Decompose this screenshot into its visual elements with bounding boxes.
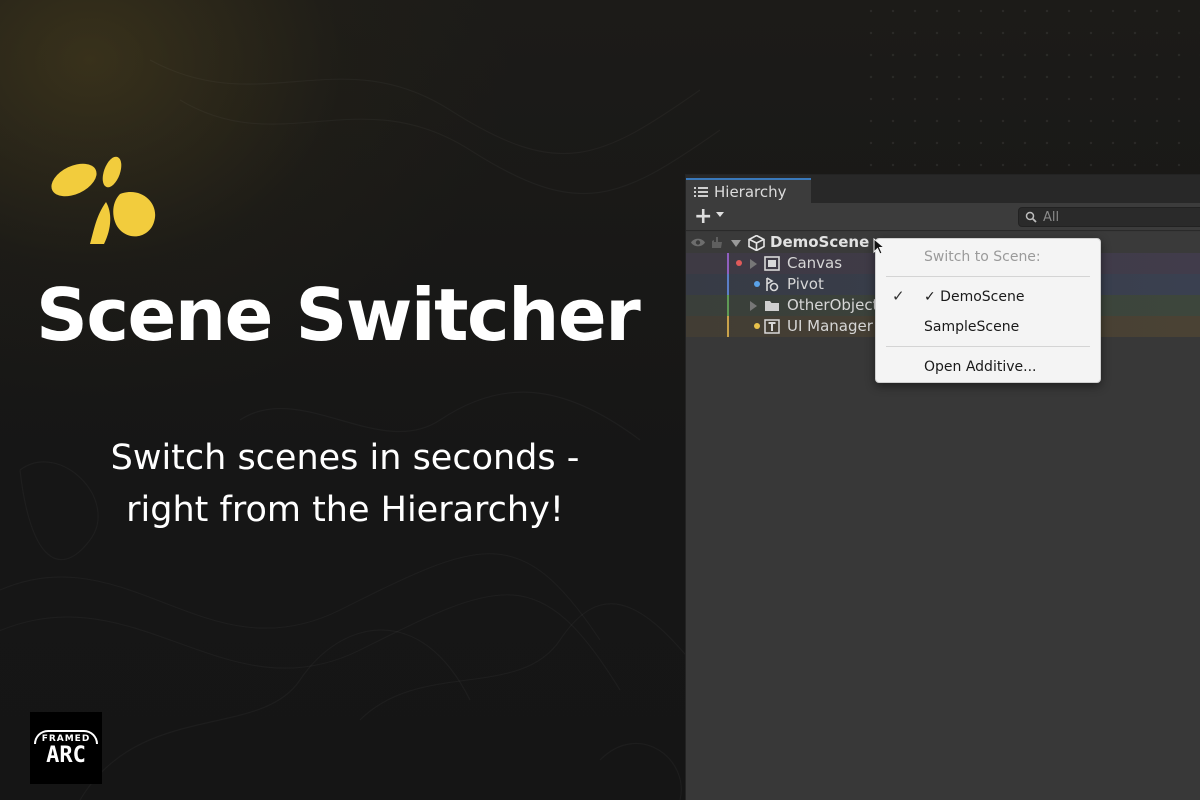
scene-name: DemoScene bbox=[770, 233, 870, 251]
bee-logo-icon bbox=[51, 156, 156, 244]
menu-item-demoscene[interactable]: ✓ ✓ DemoScene bbox=[876, 283, 1100, 311]
folder-icon bbox=[765, 301, 779, 311]
object-label: Canvas bbox=[787, 254, 843, 272]
color-stripe bbox=[727, 253, 729, 274]
search-icon bbox=[1025, 211, 1037, 223]
object-label: OtherObjects bbox=[787, 296, 887, 314]
status-dot bbox=[754, 323, 760, 329]
subtitle-line-2: right from the Hierarchy! bbox=[126, 490, 564, 530]
dot-pattern bbox=[860, 0, 1200, 170]
subtitle: Switch scenes in seconds - right from th… bbox=[40, 432, 650, 536]
unity-scene-icon bbox=[748, 235, 765, 251]
canvas-icon bbox=[764, 256, 780, 271]
add-dropdown-icon[interactable] bbox=[716, 212, 724, 217]
expand-arrow-icon[interactable] bbox=[750, 259, 757, 269]
badge-main-text: ARC bbox=[46, 742, 86, 768]
text-icon bbox=[764, 319, 780, 334]
tab-label: Hierarchy bbox=[714, 182, 787, 201]
object-label: Pivot bbox=[787, 275, 824, 293]
framed-arc-badge: FRAMED ARC bbox=[30, 712, 102, 784]
expand-arrow-icon[interactable] bbox=[750, 301, 757, 311]
subtitle-line-1: Switch scenes in seconds - bbox=[110, 438, 580, 478]
menu-item-label: Open Additive... bbox=[924, 359, 1037, 375]
page-title: Scene Switcher bbox=[36, 273, 641, 357]
menu-item-label: SampleScene bbox=[924, 319, 1020, 335]
object-label: UI Manager bbox=[787, 317, 873, 335]
status-dot bbox=[754, 281, 760, 287]
badge-top-text: FRAMED bbox=[33, 729, 99, 744]
status-dot bbox=[736, 260, 742, 266]
search-placeholder: All bbox=[1043, 209, 1060, 225]
menu-item-samplescene[interactable]: SampleScene bbox=[876, 313, 1100, 341]
menu-separator bbox=[886, 276, 1090, 277]
expand-arrow-icon[interactable] bbox=[731, 240, 741, 247]
search-input[interactable]: All bbox=[1018, 207, 1200, 227]
tab-bar: Hierarchy bbox=[686, 175, 1200, 203]
menu-item-label: ✓ DemoScene bbox=[924, 289, 1025, 305]
tab-hierarchy[interactable]: Hierarchy bbox=[686, 178, 811, 203]
visibility-eye-icon[interactable] bbox=[690, 237, 706, 248]
menu-separator bbox=[886, 346, 1090, 347]
menu-item-open-additive[interactable]: Open Additive... bbox=[876, 353, 1100, 381]
color-stripe bbox=[727, 274, 729, 295]
add-button[interactable]: + bbox=[694, 206, 712, 228]
menu-header: Switch to Scene: bbox=[924, 249, 1041, 265]
list-icon bbox=[694, 186, 708, 197]
checkmark-icon: ✓ bbox=[892, 287, 905, 305]
scene-switch-menu: Switch to Scene: ✓ ✓ DemoScene SampleSce… bbox=[875, 238, 1101, 383]
color-stripe bbox=[727, 316, 729, 337]
pivot-icon bbox=[766, 277, 779, 292]
hierarchy-toolbar: + All bbox=[686, 203, 1200, 231]
pickable-hand-icon[interactable] bbox=[710, 236, 724, 249]
mouse-cursor-icon bbox=[873, 238, 886, 255]
color-stripe bbox=[727, 295, 729, 316]
